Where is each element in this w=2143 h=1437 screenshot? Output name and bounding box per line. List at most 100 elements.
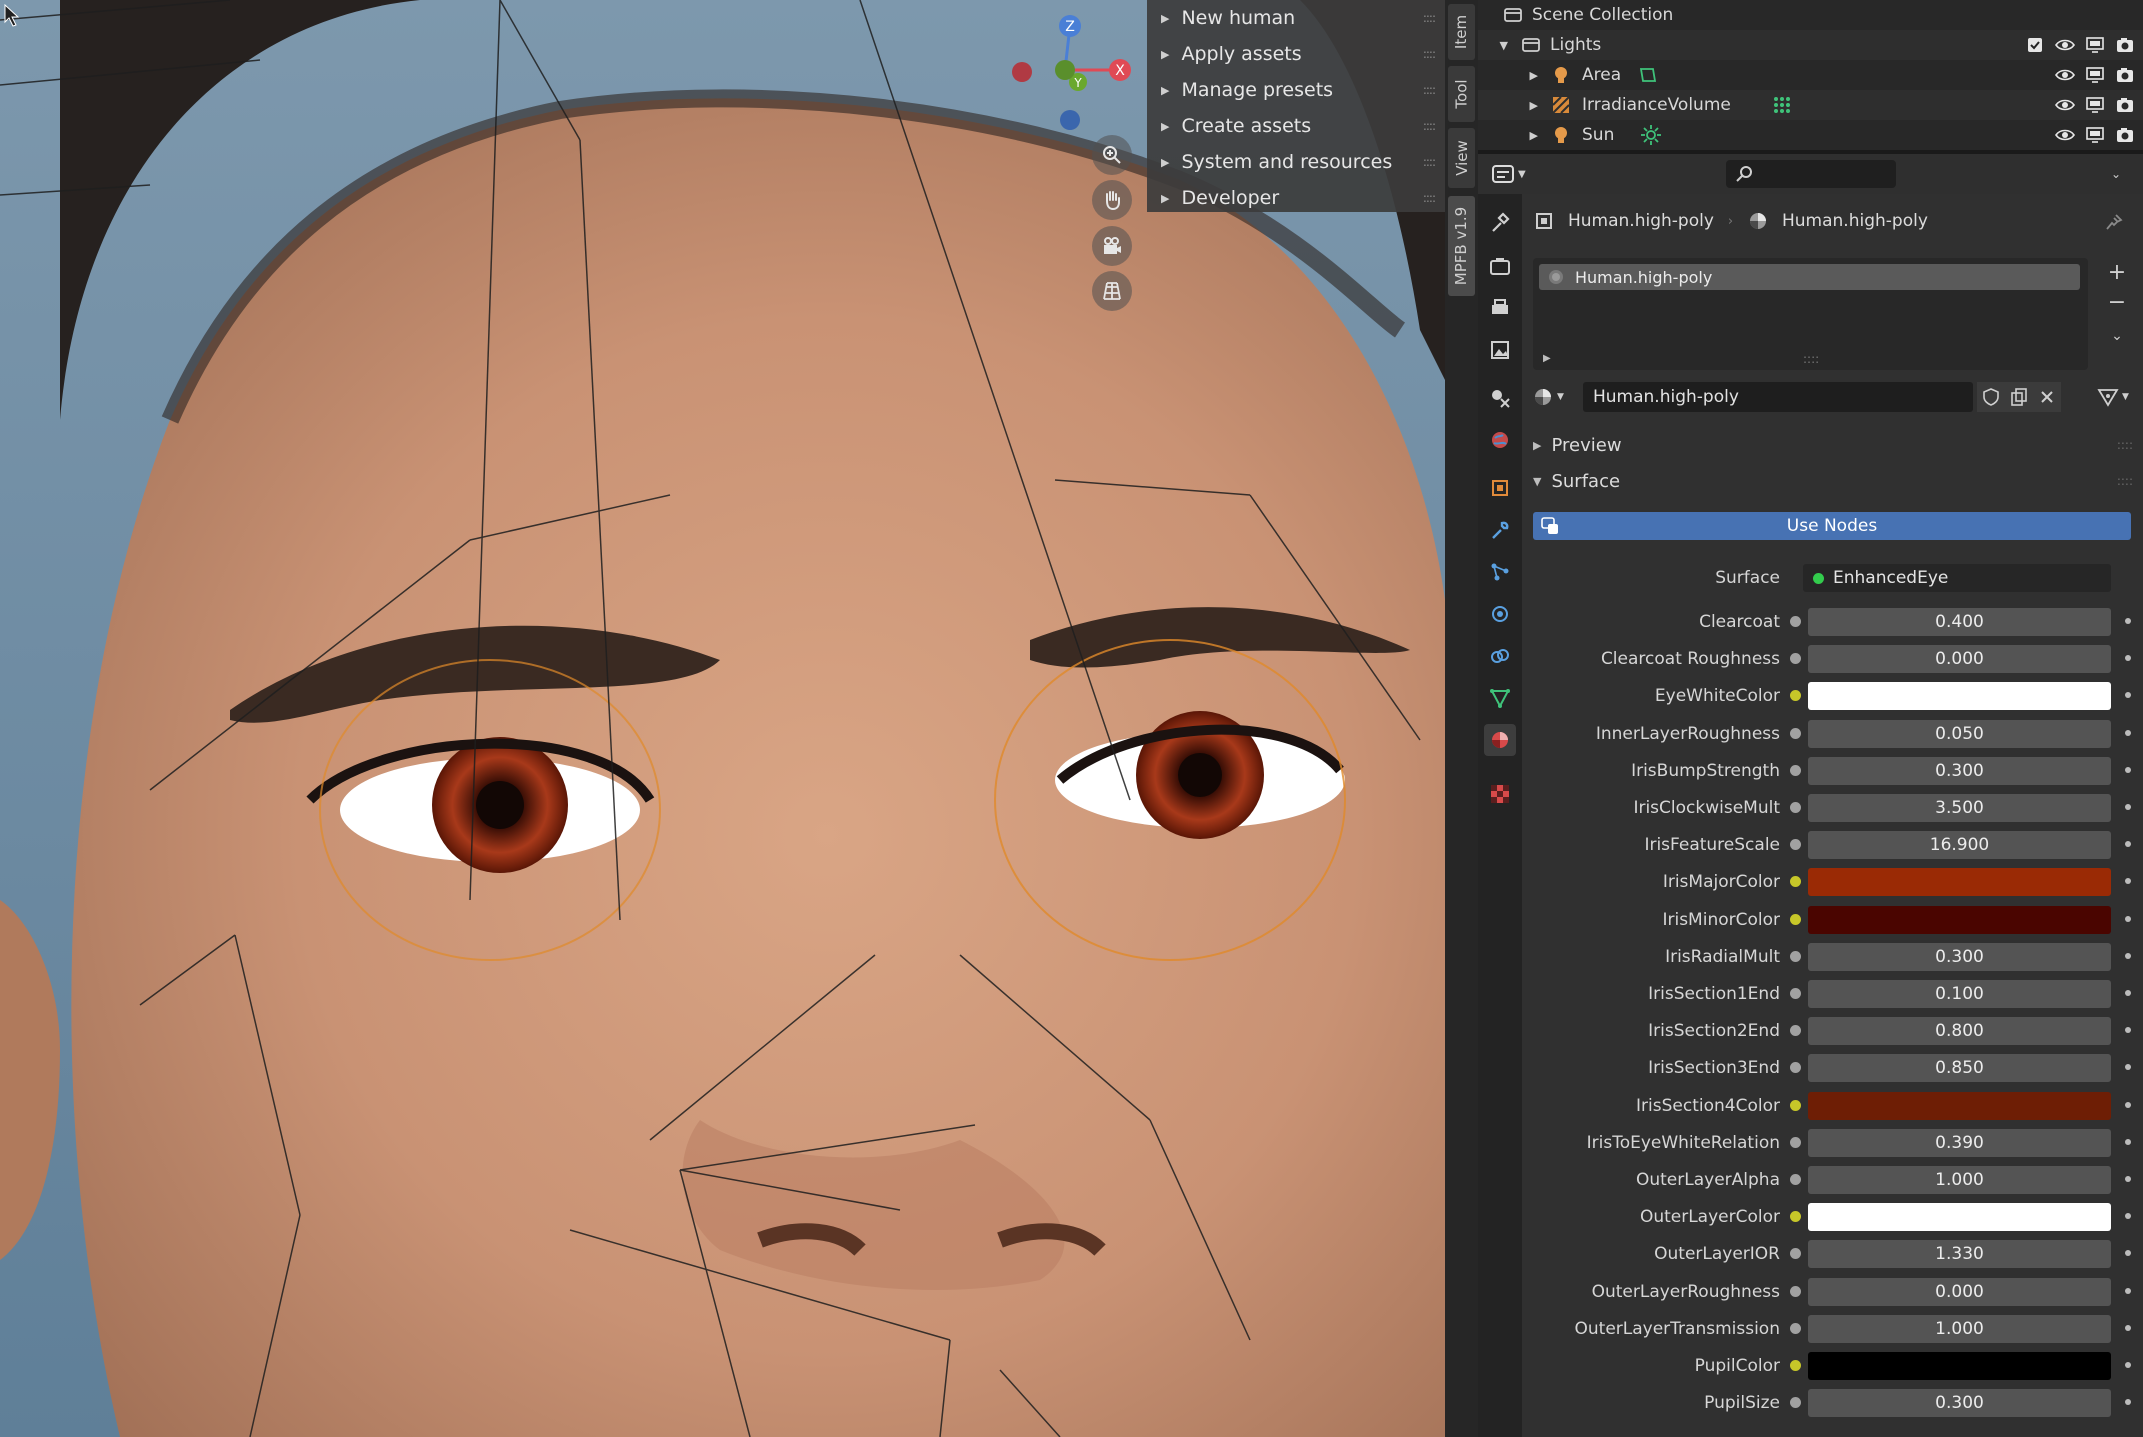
value-socket-icon[interactable] — [1790, 616, 1801, 627]
expand-arrow-icon[interactable]: ▶ — [1478, 129, 1538, 142]
slot-link-dropdown[interactable]: ▼ — [2097, 382, 2141, 412]
tab-view-layer[interactable] — [1484, 334, 1516, 366]
expand-arrow-icon[interactable]: ▶ — [1478, 69, 1538, 82]
gizmo-neg-x-axis[interactable] — [1012, 62, 1032, 82]
fake-user-button[interactable] — [1977, 382, 2005, 412]
material-name-field[interactable]: Human.high-poly — [1583, 382, 1973, 412]
value-socket-icon[interactable] — [1790, 1397, 1801, 1408]
monitor-icon[interactable] — [2085, 35, 2105, 55]
value-socket-icon[interactable] — [1790, 765, 1801, 776]
eye-icon[interactable] — [2055, 35, 2075, 55]
tab-render[interactable] — [1484, 250, 1516, 282]
tab-output[interactable] — [1484, 292, 1516, 324]
checkbox-icon[interactable] — [2025, 35, 2045, 55]
keyframe-dot-icon[interactable] — [2125, 730, 2131, 736]
tab-object-data[interactable] — [1484, 682, 1516, 714]
outliner-scene-collection[interactable]: Scene Collection — [1478, 0, 2143, 30]
value-field[interactable]: 0.000 — [1808, 1278, 2111, 1306]
value-field[interactable]: 0.800 — [1808, 1017, 2111, 1045]
navigation-gizmo[interactable]: Z X Y — [1010, 10, 1150, 140]
keyframe-dot-icon[interactable] — [2125, 990, 2131, 996]
panel-developer[interactable]: ▶ Developer:::: — [1147, 180, 1445, 216]
keyframe-dot-icon[interactable] — [2125, 1399, 2131, 1405]
eye-icon[interactable] — [2055, 65, 2075, 85]
value-socket-icon[interactable] — [1790, 728, 1801, 739]
panel-system-resources[interactable]: ▶ System and resources:::: — [1147, 144, 1445, 180]
expand-arrow-icon[interactable]: ▶ — [1478, 99, 1538, 112]
material-slot-list[interactable]: Human.high-poly ▶ :::: — [1533, 258, 2088, 370]
render-camera-icon[interactable] — [2115, 65, 2135, 85]
unlink-material-button[interactable] — [2033, 382, 2061, 412]
value-field[interactable]: 1.330 — [1808, 1240, 2111, 1268]
value-field[interactable]: 3.500 — [1808, 794, 2111, 822]
expand-arrow-icon[interactable]: ▶ — [1543, 353, 1551, 364]
color-swatch[interactable] — [1808, 1092, 2111, 1120]
panel-new-human[interactable]: ▶ New human:::: — [1147, 0, 1445, 36]
keyframe-dot-icon[interactable] — [2125, 1027, 2131, 1033]
tab-scene[interactable] — [1484, 382, 1516, 414]
material-slot-item[interactable]: Human.high-poly — [1539, 264, 2080, 290]
keyframe-dot-icon[interactable] — [2125, 655, 2131, 661]
tab-mpfb[interactable]: MPFB v1.9 — [1448, 196, 1475, 296]
keyframe-dot-icon[interactable] — [2125, 1288, 2131, 1294]
color-swatch[interactable] — [1808, 682, 2111, 710]
pin-button[interactable] — [2100, 208, 2128, 236]
tab-modifiers[interactable] — [1484, 514, 1516, 546]
outliner-object-irradiancevolume[interactable]: ▶ IrradianceVolume — [1478, 90, 2143, 120]
keyframe-dot-icon[interactable] — [2125, 1102, 2131, 1108]
tab-tool[interactable]: Tool — [1448, 66, 1475, 122]
render-camera-icon[interactable] — [2115, 125, 2135, 145]
value-socket-icon[interactable] — [1790, 988, 1801, 999]
value-field[interactable]: 0.050 — [1808, 720, 2111, 748]
drag-handle-icon[interactable]: :::: — [1423, 155, 1436, 169]
eye-icon[interactable] — [2055, 95, 2075, 115]
keyframe-dot-icon[interactable] — [2125, 1362, 2131, 1368]
use-nodes-button[interactable]: Use Nodes — [1533, 512, 2131, 540]
tab-view[interactable]: View — [1448, 128, 1475, 188]
properties-search-input[interactable] — [1726, 160, 1896, 188]
tab-particles[interactable] — [1484, 556, 1516, 588]
tab-texture[interactable] — [1484, 778, 1516, 810]
outliner-object-area[interactable]: ▶ Area — [1478, 60, 2143, 90]
value-socket-icon[interactable] — [1790, 1286, 1801, 1297]
value-socket-icon[interactable] — [1790, 802, 1801, 813]
value-field[interactable]: 0.400 — [1808, 608, 2111, 636]
keyframe-dot-icon[interactable] — [2125, 692, 2131, 698]
color-swatch[interactable] — [1808, 906, 2111, 934]
color-socket-icon[interactable] — [1790, 1360, 1801, 1371]
color-socket-icon[interactable] — [1790, 1211, 1801, 1222]
panel-manage-presets[interactable]: ▶ Manage presets:::: — [1147, 72, 1445, 108]
value-socket-icon[interactable] — [1790, 1323, 1801, 1334]
keyframe-dot-icon[interactable] — [2125, 1213, 2131, 1219]
tab-tool-settings[interactable] — [1484, 206, 1516, 238]
value-socket-icon[interactable] — [1790, 1062, 1801, 1073]
keyframe-dot-icon[interactable] — [2125, 1250, 2131, 1256]
panel-create-assets[interactable]: ▶ Create assets:::: — [1147, 108, 1445, 144]
tab-physics[interactable] — [1484, 598, 1516, 630]
tab-object[interactable] — [1484, 472, 1516, 504]
value-field[interactable]: 0.390 — [1808, 1129, 2111, 1157]
value-socket-icon[interactable] — [1790, 839, 1801, 850]
tab-item[interactable]: Item — [1448, 4, 1475, 60]
value-field[interactable]: 1.000 — [1808, 1166, 2111, 1194]
remove-slot-button[interactable]: − — [2102, 288, 2132, 316]
color-swatch[interactable] — [1808, 1203, 2111, 1231]
camera-view-button[interactable] — [1092, 226, 1132, 266]
gizmo-center[interactable] — [1055, 60, 1075, 80]
monitor-icon[interactable] — [2085, 125, 2105, 145]
editor-type-dropdown[interactable]: ▼ — [1492, 160, 1540, 188]
value-socket-icon[interactable] — [1790, 1137, 1801, 1148]
monitor-icon[interactable] — [2085, 95, 2105, 115]
color-swatch[interactable] — [1808, 868, 2111, 896]
drag-handle-icon[interactable]: :::: — [2117, 474, 2133, 488]
drag-handle-icon[interactable]: :::: — [1423, 191, 1436, 205]
duplicate-material-button[interactable] — [2005, 382, 2033, 412]
drag-handle-icon[interactable]: :::: — [1423, 11, 1436, 25]
value-socket-icon[interactable] — [1790, 951, 1801, 962]
browse-material-button[interactable]: ▼ — [1533, 382, 1575, 412]
keyframe-dot-icon[interactable] — [2125, 953, 2131, 959]
color-socket-icon[interactable] — [1790, 876, 1801, 887]
keyframe-dot-icon[interactable] — [2125, 916, 2131, 922]
color-socket-icon[interactable] — [1790, 1100, 1801, 1111]
3d-viewport[interactable]: Z X Y ▶ New human:::: ▶ Apply assets:::: ▶… — [0, 0, 1445, 1437]
